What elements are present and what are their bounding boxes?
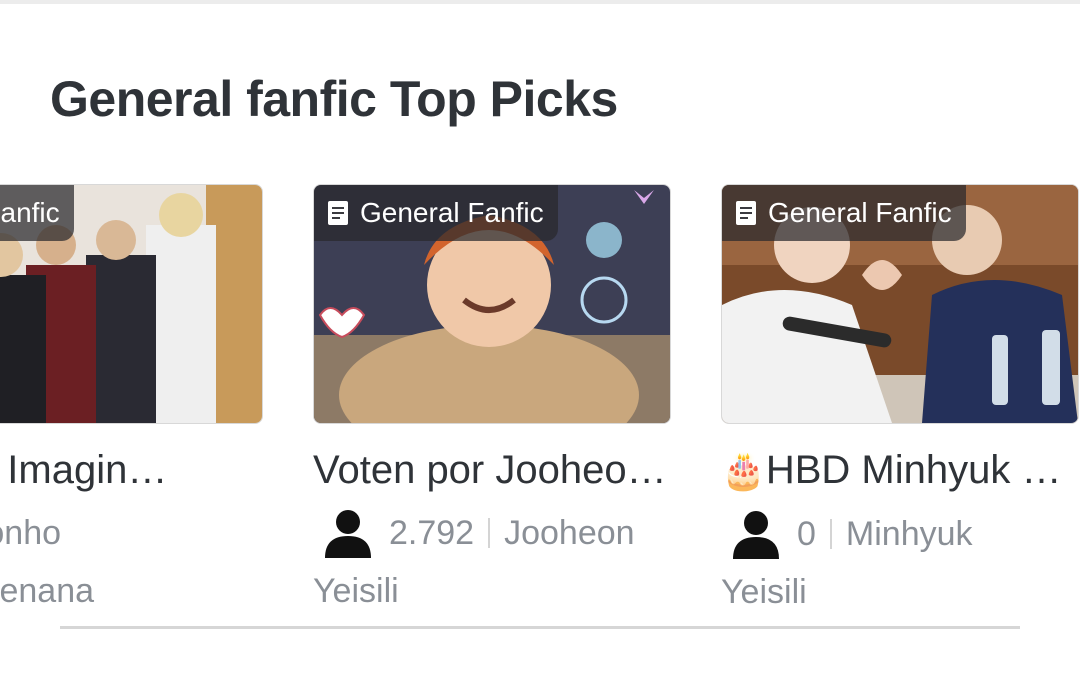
character-tag[interactable]: Minhyuk: [846, 515, 973, 554]
reader-count: 2.792: [389, 513, 475, 552]
author-name[interactable]: Yeisili: [721, 573, 1079, 617]
card-meta: 0 Minhyuk: [721, 509, 1079, 559]
reader-count: 0: [797, 514, 816, 553]
card-title[interactable]: Voten por Jooheo…: [313, 446, 671, 494]
document-icon: [736, 201, 756, 225]
fanfic-card[interactable]: General Fanfic Voten por Jooheo… 2.792 J…: [313, 184, 671, 616]
top-picks-carousel[interactable]: General Fanfic sta X Imagin… 9 Wonho osr…: [0, 184, 1080, 624]
meta-separator: [488, 518, 491, 548]
card-thumbnail[interactable]: General Fanfic: [0, 184, 263, 424]
fanfic-card[interactable]: General Fanfic sta X Imagin… 9 Wonho osr…: [0, 184, 263, 616]
category-badge: General Fanfic: [0, 185, 74, 241]
card-thumbnail[interactable]: General Fanfic: [313, 184, 671, 424]
meta-separator: [829, 519, 832, 549]
category-badge: General Fanfic: [314, 185, 558, 241]
card-title[interactable]: sta X Imagin…: [0, 446, 263, 494]
character-tag[interactable]: Jooheon: [504, 514, 634, 553]
category-badge: General Fanfic: [722, 185, 966, 241]
badge-label: General Fanfic: [360, 197, 544, 228]
card-meta: 2.792 Jooheon: [313, 508, 671, 558]
scroll-indicator-track: [60, 626, 1020, 629]
badge-label: General Fanfic: [768, 197, 952, 228]
author-name[interactable]: Yeisili: [313, 572, 671, 616]
fanfic-card[interactable]: General Fanfic 🎂HBD Minhyuk … 0 Minhyuk …: [721, 184, 1079, 617]
birthday-cake-emoji: 🎂: [721, 450, 766, 491]
card-thumbnail[interactable]: General Fanfic: [721, 184, 1079, 424]
section-title: General fanfic Top Picks: [50, 71, 618, 127]
person-icon: [325, 510, 371, 558]
author-name[interactable]: osramenana: [0, 572, 263, 616]
document-icon: [328, 201, 348, 225]
card-meta: 9 Wonho: [0, 508, 263, 558]
person-icon: [733, 511, 779, 559]
badge-label: General Fanfic: [0, 197, 60, 228]
card-title[interactable]: 🎂HBD Minhyuk …: [721, 446, 1079, 495]
card-title-text: HBD Minhyuk …: [765, 448, 1062, 492]
top-divider: [0, 0, 1080, 4]
character-tag[interactable]: Wonho: [0, 514, 61, 553]
